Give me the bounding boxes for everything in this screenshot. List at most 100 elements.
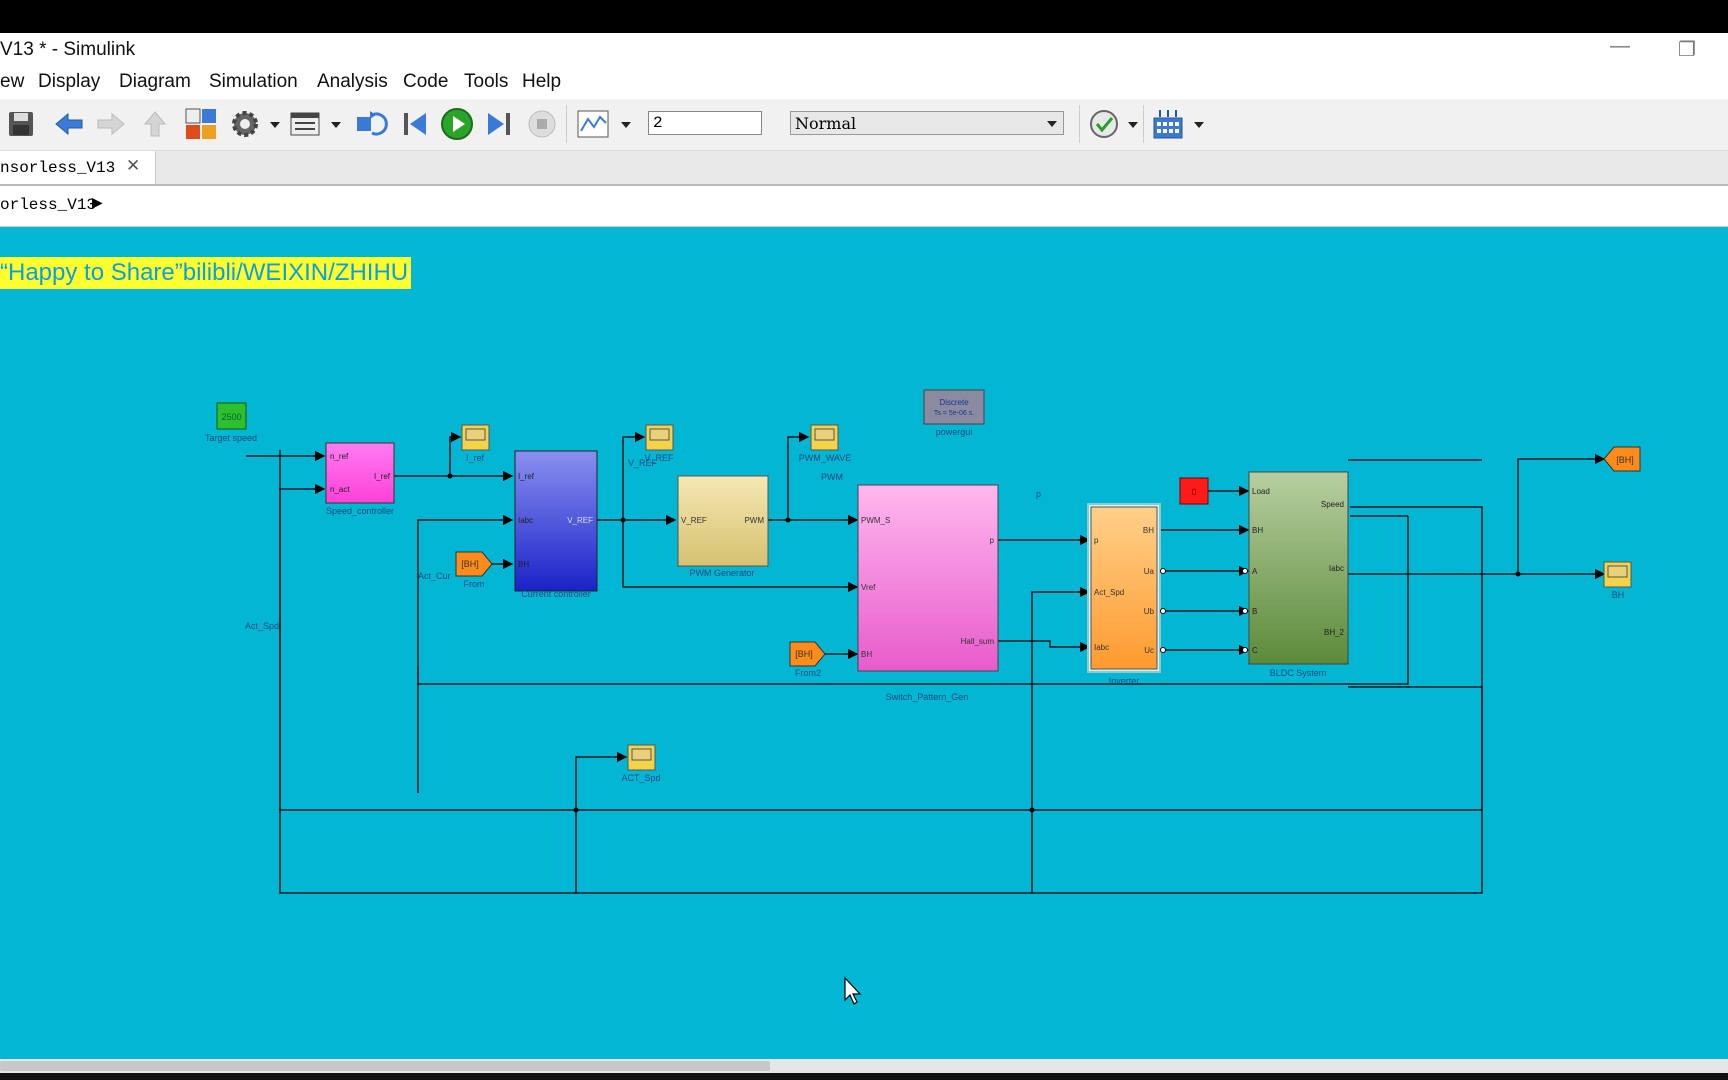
toolbar-separator (1079, 105, 1080, 143)
back-icon[interactable] (52, 107, 86, 141)
stop-time-input[interactable] (648, 111, 762, 135)
advisor-dropdown-icon[interactable] (1128, 122, 1138, 128)
model-explorer-icon[interactable] (288, 107, 322, 141)
close-icon[interactable]: ✕ (126, 156, 140, 176)
stop-icon[interactable] (525, 107, 559, 141)
port-a: A (1252, 567, 1258, 576)
horizontal-scrollbar[interactable] (0, 1059, 1728, 1073)
port-inv-iabc: Iabc (1094, 643, 1109, 652)
from-bh-label: From (464, 579, 485, 589)
menu-display[interactable]: Display (38, 71, 100, 93)
port-bldc-bh: BH (1252, 526, 1263, 535)
build-icon[interactable] (1151, 107, 1185, 141)
model-canvas[interactable]: “Happy to Share”bilibli/WEIXIN/ZHIHU V_R… (0, 227, 1728, 1059)
breadcrumb-item[interactable]: orless_V13 (0, 196, 96, 214)
model-config-icon[interactable] (228, 107, 262, 141)
minimize-icon[interactable]: — (1610, 35, 1630, 58)
port-inv-uc: Uc (1144, 646, 1154, 655)
step-back-icon[interactable] (398, 107, 432, 141)
from-bh-block[interactable]: [BH] From (455, 551, 493, 589)
tab-label: nsorless_V13 (0, 158, 116, 177)
scope-iref[interactable]: I_ref (461, 424, 490, 463)
inverter-label: Inverter (1109, 676, 1140, 686)
inverter-block[interactable]: p Act_Spd Iabc BH Ua Ub Uc Inverter (1087, 503, 1161, 686)
signal-label-act-cur: Act_Cur (418, 571, 451, 581)
port-inv-p: p (1094, 536, 1099, 545)
menu-simulation[interactable]: Simulation (209, 71, 298, 93)
port-inv-ub: Ub (1144, 607, 1155, 616)
port-n-act: n_act (330, 485, 350, 494)
restore-icon[interactable]: ❐ (1678, 37, 1696, 62)
inspector-dropdown-icon[interactable] (621, 122, 631, 128)
port-bh-in: BH (518, 560, 529, 569)
menu-help[interactable]: Help (522, 71, 561, 93)
pwm-generator-label: PWM Generator (689, 568, 754, 578)
run-icon[interactable] (440, 107, 474, 141)
port-pwm-s: PWM_S (861, 516, 890, 525)
powergui-block[interactable]: Discrete Ts = 5e-06 s. powergui (923, 389, 985, 437)
signal-label-act-spd: Act_Spd (245, 621, 279, 631)
update-diagram-icon[interactable] (354, 107, 388, 141)
from2-bh-tag: [BH] (795, 649, 813, 659)
library-browser-icon[interactable] (184, 107, 218, 141)
from2-bh-label: From2 (795, 668, 821, 678)
switch-pattern-label: Switch_Pattern_Gen (886, 692, 969, 702)
pwm-generator-block[interactable]: V_REF PWM PWM Generator (677, 475, 769, 578)
menu-diagram[interactable]: Diagram (119, 71, 191, 93)
breadcrumb-arrow-icon[interactable]: ▶ (92, 195, 103, 211)
port-b: B (1252, 607, 1257, 616)
target-speed-block[interactable]: 2500 Target speed (205, 402, 257, 443)
port-bh-switch: BH (861, 650, 872, 659)
bottom-edge (0, 1073, 1728, 1080)
scope-pwm-label: PWM_WAVE (799, 453, 852, 463)
powergui-text1: Discrete (939, 398, 969, 407)
signal-label-pwm: PWM (821, 472, 843, 482)
goto-bh-block[interactable]: [BH] (1603, 446, 1641, 472)
from2-bh-block[interactable]: [BH] From2 (789, 641, 826, 678)
toolbar-separator (1143, 105, 1144, 143)
tab-model[interactable]: nsorless_V13 ✕ (0, 151, 156, 184)
switch-pattern-block[interactable]: PWM_S Vref BH p Hall_sum Switch_Pattern_… (857, 484, 999, 702)
scope-iref-label: I_ref (466, 453, 485, 463)
menu-view[interactable]: ew (0, 71, 24, 93)
bldc-system-block[interactable]: Load BH A B C Speed Iabc BH_2 BLDC Syste… (1248, 471, 1349, 678)
data-inspector-icon[interactable] (576, 107, 610, 141)
simulation-mode-select[interactable]: Normal (790, 111, 1064, 135)
save-icon[interactable] (4, 107, 38, 141)
forward-icon[interactable] (94, 107, 128, 141)
powergui-text2: Ts = 5e-06 s. (934, 410, 974, 417)
chevron-down-icon (1047, 121, 1057, 127)
menu-tools[interactable]: Tools (464, 71, 508, 93)
build-dropdown-icon[interactable] (1194, 122, 1204, 128)
menu-analysis[interactable]: Analysis (317, 71, 388, 93)
load-constant-block[interactable]: 0 (1179, 477, 1209, 505)
model-advisor-icon[interactable] (1087, 107, 1121, 141)
explorer-dropdown-icon[interactable] (331, 122, 341, 128)
step-forward-icon[interactable] (482, 107, 516, 141)
scrollbar-thumb[interactable] (0, 1061, 770, 1071)
port-speed: Speed (1321, 500, 1344, 509)
port-inv-act-spd: Act_Spd (1094, 588, 1124, 597)
toolbar-separator (566, 105, 567, 143)
speed-controller-block[interactable]: n_ref n_act I_ref Speed_controller (325, 442, 395, 516)
scope-bh-label: BH (1612, 590, 1625, 600)
goto-bh-tag: [BH] (1616, 455, 1634, 465)
port-inv-bh: BH (1143, 526, 1154, 535)
scope-bh[interactable]: BH (1603, 561, 1632, 600)
current-controller-block[interactable]: I_ref Iabc BH V_REF Current controller (514, 450, 598, 599)
port-load: Load (1252, 487, 1270, 496)
bldc-label: BLDC System (1270, 668, 1327, 678)
scope-act-spd[interactable]: ACT_Spd (621, 744, 661, 783)
menu-code[interactable]: Code (403, 71, 448, 93)
powergui-label: powergui (936, 427, 973, 437)
config-dropdown-icon[interactable] (270, 122, 280, 128)
scope-pwm-wave[interactable]: PWM_WAVE (799, 424, 852, 463)
tab-bar: nsorless_V13 ✕ (0, 151, 1728, 186)
port-bldc-iabc: Iabc (1329, 564, 1344, 573)
up-icon[interactable] (138, 107, 172, 141)
target-speed-value: 2500 (221, 412, 241, 422)
port-inv-ua: Ua (1144, 567, 1155, 576)
scope-vref[interactable]: V_REF (644, 424, 674, 463)
from-bh-tag: [BH] (461, 559, 479, 569)
port-n-ref: n_ref (330, 452, 349, 461)
